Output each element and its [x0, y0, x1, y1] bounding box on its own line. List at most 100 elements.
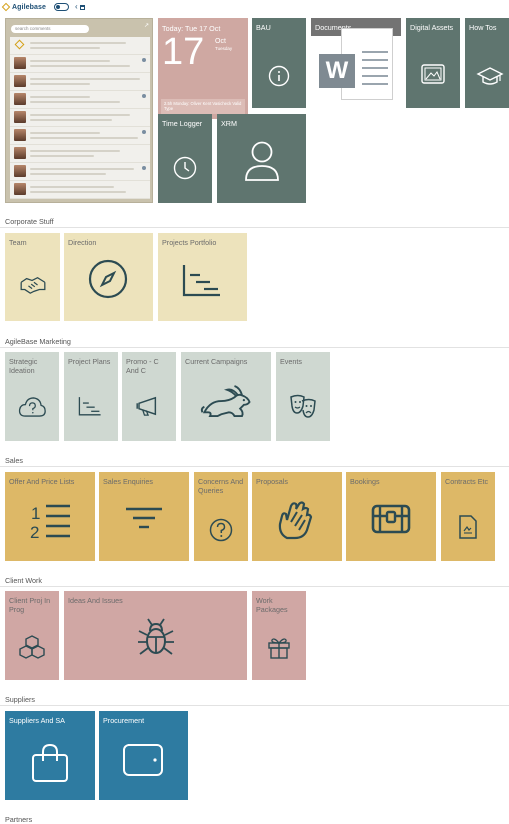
- comment-text-line: [30, 47, 100, 49]
- tile-ideas-and-issues[interactable]: Ideas And Issues: [64, 591, 247, 680]
- logo-diamond-icon: [14, 39, 25, 50]
- tile-label: Client Proj In Prog: [9, 596, 51, 614]
- tile-proposals[interactable]: Proposals: [252, 472, 342, 561]
- tile-suppliers-and-sa[interactable]: Suppliers And SA: [5, 711, 95, 800]
- handshake-icon: [19, 275, 47, 295]
- rabbit-icon: [200, 385, 252, 418]
- expand-icon[interactable]: ↗: [144, 22, 149, 29]
- comment-text-line: [30, 132, 100, 134]
- info-icon: [268, 65, 290, 87]
- graduation-cap-icon: [476, 66, 504, 86]
- tile-events[interactable]: Events: [276, 352, 330, 441]
- tile-team[interactable]: Team: [5, 233, 60, 321]
- comment-text-line: [30, 173, 106, 175]
- top-bar: Agilebase ‹: [0, 0, 509, 14]
- app-logo[interactable]: Agilebase: [1, 2, 46, 12]
- section-divider: [0, 227, 509, 228]
- tile-project-plans[interactable]: Project Plans: [64, 352, 118, 441]
- comment-row[interactable]: [10, 127, 150, 145]
- tile-label: Sales Enquiries: [103, 477, 153, 486]
- numbered-list-icon: 12: [29, 502, 71, 542]
- tile-contracts-etc[interactable]: Contracts Etc: [441, 472, 495, 561]
- tile-direction[interactable]: Direction: [64, 233, 153, 321]
- avatar: [14, 183, 26, 195]
- tile-label: Work Packages: [256, 596, 288, 614]
- comment-text-line: [30, 155, 94, 157]
- comment-row[interactable]: [10, 55, 150, 73]
- comments-panel: search comments ↗: [5, 18, 153, 203]
- person-icon: [142, 130, 146, 134]
- calendar-icon[interactable]: [79, 4, 85, 10]
- tile-current-campaigns[interactable]: Current Campaigns: [181, 352, 271, 441]
- tile-time-logger[interactable]: Time Logger: [158, 114, 212, 203]
- tile-sales-enquiries[interactable]: Sales Enquiries: [99, 472, 189, 561]
- tile-strategic-ideation[interactable]: Strategic Ideation: [5, 352, 59, 441]
- tile-label: Concerns And Queries: [198, 477, 244, 495]
- back-icon[interactable]: ‹: [75, 3, 78, 11]
- comment-row[interactable]: [10, 163, 150, 181]
- comment-text-line: [30, 65, 130, 67]
- comments-list: [10, 37, 150, 199]
- tile-how-tos[interactable]: How Tos: [465, 18, 509, 108]
- month-label: Oct: [215, 38, 226, 45]
- avatar: [14, 147, 26, 159]
- comment-text-line: [30, 186, 114, 188]
- section-divider: [0, 466, 509, 467]
- tile-concerns-and-queries[interactable]: Concerns And Queries: [194, 472, 248, 561]
- tile-label: Proposals: [256, 477, 288, 486]
- tile-label: Time Logger: [162, 119, 203, 128]
- tile-label: Offer And Price Lists: [9, 477, 75, 486]
- comment-row[interactable]: [10, 73, 150, 91]
- tile-offer-and-price-lists[interactable]: Offer And Price Lists 1 2: [5, 472, 95, 561]
- svg-text:2: 2: [30, 523, 39, 542]
- person-icon: [142, 166, 146, 170]
- tile-label: Promo - C And C: [126, 357, 159, 375]
- comment-row[interactable]: [10, 181, 150, 199]
- tile-documents[interactable]: Documents W: [311, 18, 401, 108]
- theatre-masks-icon: [289, 394, 317, 418]
- comment-text-line: [30, 137, 138, 139]
- comment-row[interactable]: [10, 91, 150, 109]
- cubes-icon: [18, 635, 46, 659]
- clock-icon: [173, 156, 197, 180]
- tile-projects-portfolio[interactable]: Projects Portfolio: [158, 233, 247, 321]
- section-title: Sales: [5, 456, 23, 465]
- avatar: [14, 93, 26, 105]
- comment-text-line: [30, 101, 120, 103]
- comment-text-line: [30, 96, 90, 98]
- compass-icon: [88, 259, 128, 299]
- comment-row[interactable]: [10, 145, 150, 163]
- tile-client-proj-in-prog[interactable]: Client Proj In Prog: [5, 591, 59, 680]
- tile-promo-c-and-c[interactable]: Promo - C And C: [122, 352, 176, 441]
- section-divider: [0, 347, 509, 348]
- tile-label: Digital Assets: [410, 23, 454, 32]
- comment-text-line: [30, 42, 126, 44]
- calendar-event[interactable]: 2.5h Monday: Oliver Kent Vasicheck Valid…: [161, 99, 245, 114]
- tile-procurement[interactable]: Procurement: [99, 711, 188, 800]
- cloud-question-icon: [18, 396, 46, 418]
- tile-digital-assets[interactable]: Digital Assets: [406, 18, 460, 108]
- comments-search-input[interactable]: search comments: [11, 25, 89, 33]
- section-title: Suppliers: [5, 695, 35, 704]
- tile-work-packages[interactable]: Work Packages: [252, 591, 306, 680]
- section-divider: [0, 586, 509, 587]
- comment-text-line: [30, 150, 120, 152]
- tile-xrm[interactable]: XRM: [217, 114, 306, 203]
- comment-row[interactable]: [10, 37, 150, 55]
- weekday-label: Tuesday: [215, 46, 233, 51]
- svg-text:1: 1: [31, 504, 40, 523]
- calendar-tile[interactable]: Today: Tue 17 Oct 17 Oct Tuesday 2.5h Mo…: [158, 18, 248, 119]
- section-title: AgileBase Marketing: [5, 337, 71, 346]
- tile-bookings[interactable]: Bookings: [346, 472, 436, 561]
- tile-label: Project Plans: [68, 357, 111, 366]
- tile-label: BAU: [256, 23, 271, 32]
- avatar: [14, 129, 26, 141]
- comment-text-line: [30, 83, 90, 85]
- gantt-icon: [78, 396, 102, 416]
- tile-label: Suppliers And SA: [9, 716, 65, 725]
- app-name: Agilebase: [12, 3, 46, 11]
- mode-toggle[interactable]: [53, 3, 69, 11]
- tile-bau[interactable]: BAU: [252, 18, 306, 108]
- word-icon: W: [319, 54, 355, 88]
- comment-row[interactable]: [10, 109, 150, 127]
